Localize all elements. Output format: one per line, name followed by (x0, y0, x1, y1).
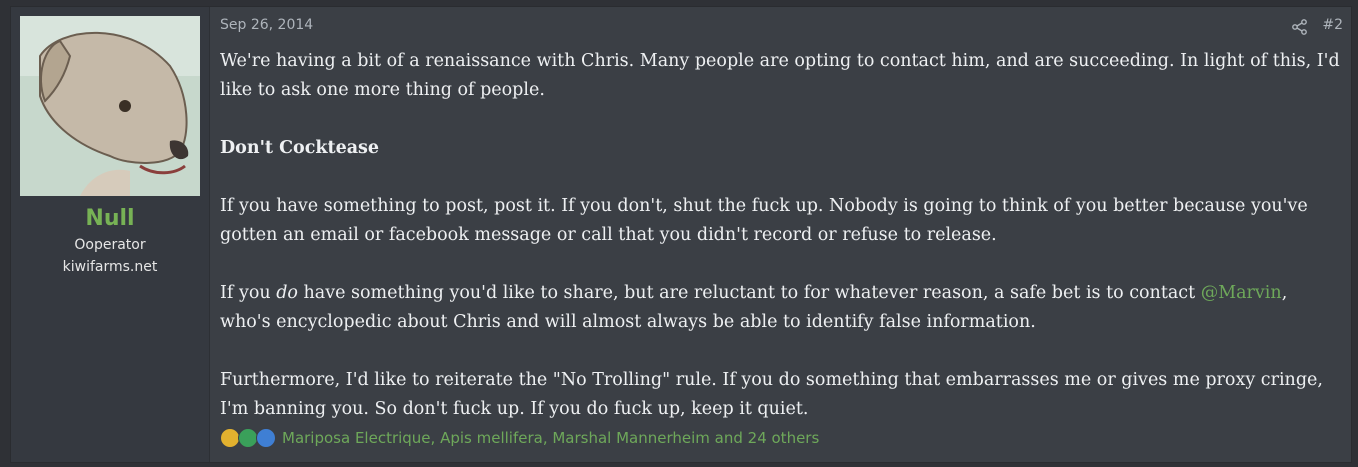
reactions-bar: Mariposa Electrique, Apis mellifera, Mar… (220, 428, 819, 448)
thumbs-up-icon (256, 428, 276, 448)
text-span: If you (220, 283, 277, 303)
paragraph-heading: Don't Cocktease (220, 134, 1342, 163)
user-mention-link[interactable]: @Marvin (1201, 283, 1282, 303)
post-number[interactable]: #2 (1322, 17, 1343, 33)
paragraph: If you do have something you'd like to s… (220, 279, 1342, 337)
post-body: We're having a bit of a renaissance with… (220, 47, 1342, 453)
bold-heading: Don't Cocktease (220, 138, 380, 158)
user-banner: kiwifarms.net (62, 259, 158, 275)
check-icon (238, 428, 258, 448)
avatar[interactable] (20, 16, 200, 196)
username[interactable]: Null (85, 206, 134, 231)
share-icon[interactable] (1291, 18, 1309, 36)
gold-medal-icon (220, 428, 240, 448)
text-span: have something you'd like to share, but … (297, 283, 1201, 303)
post-main: Sep 26, 2014 #2 We're having a bit of a … (210, 7, 1351, 462)
user-title: Ooperator (74, 237, 146, 253)
paragraph: If you have something to post, post it. … (220, 196, 1308, 245)
user-info-column: Null Ooperator kiwifarms.net (11, 7, 210, 462)
forum-post: Null Ooperator kiwifarms.net Sep 26, 201… (10, 6, 1352, 463)
reaction-list-link[interactable]: Mariposa Electrique, Apis mellifera, Mar… (282, 429, 819, 447)
italic-text: do (276, 283, 298, 303)
post-date[interactable]: Sep 26, 2014 (220, 17, 313, 33)
paragraph: We're having a bit of a renaissance with… (220, 51, 1340, 100)
paragraph: Furthermore, I'd like to reiterate the "… (220, 370, 1323, 419)
